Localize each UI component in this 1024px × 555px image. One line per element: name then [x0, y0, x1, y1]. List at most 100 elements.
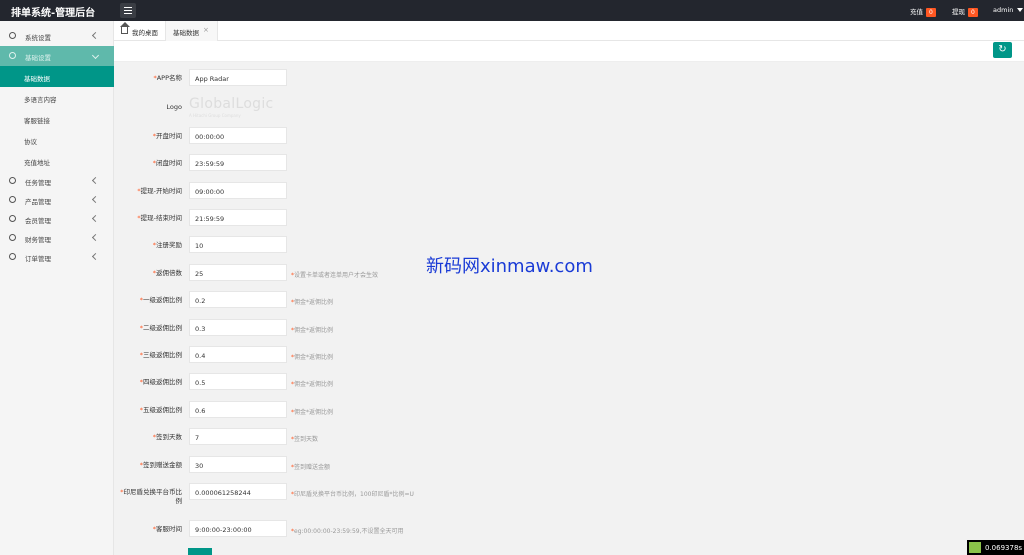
field-label: *五级返佣比例	[114, 406, 182, 415]
field-label-text: APP名称	[156, 74, 182, 82]
field-tip-text: 设置卡单或者连单用户才会生效	[294, 272, 379, 279]
level3-rebate-input[interactable]: 0.4	[189, 346, 287, 363]
rebate-multiple-input[interactable]: 25	[189, 264, 287, 281]
sidebar-item-label: 任务管理	[25, 179, 51, 187]
field-tip-text: eg:00:00:00-23:59:59,不设置全天可用	[294, 528, 404, 535]
logo-text: GlobalLogic	[189, 96, 274, 112]
tab-label: 我的桌面	[132, 29, 158, 37]
sidebar-item-label: 产品管理	[25, 198, 51, 206]
sidebar-subitem-label: 客服链接	[24, 117, 50, 125]
sidebar-subitem-label: 基础数据	[24, 75, 50, 83]
logo-image[interactable]: GlobalLogic A Hitachi Group Company	[189, 96, 289, 122]
idr-rate-input[interactable]: 0.000061258244	[189, 483, 287, 500]
field-tip: *签到天数	[291, 434, 318, 443]
sidebar-item-system-settings[interactable]: 系统设置	[0, 26, 114, 46]
field-tip-text: 佣金*返佣比例	[294, 354, 334, 361]
refresh-button[interactable]: ↻	[993, 42, 1012, 58]
field-label-text: 印尼盾兑换平台币比例	[123, 488, 183, 505]
field-label: *开盘时间	[114, 132, 182, 141]
tab-basic-data[interactable]: 基础数据 ×	[165, 21, 218, 41]
content-toolbar	[114, 41, 1024, 62]
form-row-logo: Logo GlobalLogic A Hitachi Group Company	[114, 96, 1024, 122]
chevron-left-icon	[91, 31, 100, 40]
level4-rebate-input[interactable]: 0.5	[189, 373, 287, 390]
close-icon[interactable]: ×	[203, 26, 209, 34]
field-label-text: 签到天数	[156, 433, 182, 441]
menu-toggle-icon[interactable]	[120, 3, 136, 18]
withdraw-link[interactable]: 提现 0	[952, 6, 978, 17]
form-row: *二级返佣比例 0.3 *佣金*返佣比例	[114, 319, 1024, 339]
finance-icon	[9, 234, 16, 241]
form-row: *闭盘时间 23:59:59	[114, 154, 1024, 174]
field-tip: *设置卡单或者连单用户才会生效	[291, 270, 378, 279]
sidebar-item-basic-settings[interactable]: 基础设置	[0, 46, 114, 66]
sidebar-item-label: 基础设置	[25, 54, 51, 62]
submit-button[interactable]	[188, 548, 212, 555]
tab-desktop[interactable]: 我的桌面	[114, 21, 165, 41]
sidebar-subitem-label: 多语言内容	[24, 96, 57, 104]
field-tip: *佣金*返佣比例	[291, 352, 333, 361]
field-label-text: 二级返佣比例	[143, 324, 182, 332]
field-label: *APP名称	[114, 74, 182, 83]
form-row: *三级返佣比例 0.4 *佣金*返佣比例	[114, 346, 1024, 366]
chevron-left-icon	[91, 252, 100, 261]
sidebar-item-finance[interactable]: 财务管理	[0, 228, 114, 248]
settings-icon	[9, 52, 16, 59]
user-menu[interactable]: admin	[993, 6, 1024, 14]
form-row: *印尼盾兑换平台币比例 0.000061258244 *印尼盾兑换平台币比例，1…	[114, 483, 1024, 511]
level1-rebate-input[interactable]: 0.2	[189, 291, 287, 308]
sidebar-item-product[interactable]: 产品管理	[0, 190, 114, 210]
field-tip-text: 佣金*返佣比例	[294, 381, 334, 388]
debug-timer[interactable]: 0.069378s	[967, 540, 1024, 555]
level5-rebate-input[interactable]: 0.6	[189, 401, 287, 418]
chevron-down-icon	[91, 51, 100, 60]
sidebar-subitem-service-link[interactable]: 客服链接	[0, 108, 114, 129]
home-icon	[120, 22, 130, 34]
close-time-input[interactable]: 23:59:59	[189, 154, 287, 171]
service-time-input[interactable]: 9:00:00-23:00:00	[189, 520, 287, 537]
form-row: *客服时间 9:00:00-23:00:00 *eg:00:00:00-23:5…	[114, 520, 1024, 540]
chevron-left-icon	[91, 214, 100, 223]
chevron-left-icon	[91, 195, 100, 204]
app-title: 排单系统-管理后台	[11, 8, 96, 19]
sidebar-subitem-label: 充值地址	[24, 159, 50, 167]
top-bar: 排单系统-管理后台 充值 0 提现 0 admin	[0, 0, 1024, 21]
recharge-label: 充值	[910, 8, 923, 16]
box-icon	[9, 196, 16, 203]
register-reward-input[interactable]: 10	[189, 236, 287, 253]
sidebar-subitem-agreement[interactable]: 协议	[0, 129, 114, 150]
form-row: *提现-开始时间 09:00:00	[114, 182, 1024, 202]
signin-gift-input[interactable]: 30	[189, 456, 287, 473]
sidebar-item-task[interactable]: 任务管理	[0, 171, 114, 191]
withdraw-end-input[interactable]: 21:59:59	[189, 209, 287, 226]
withdraw-start-input[interactable]: 09:00:00	[189, 182, 287, 199]
sidebar: 系统设置 基础设置 基础数据 多语言内容 客服链接 协议 充值地址 任务管理 产…	[0, 21, 114, 555]
form-row: *开盘时间 00:00:00	[114, 127, 1024, 147]
signin-days-input[interactable]: 7	[189, 428, 287, 445]
sidebar-subitem-multilang[interactable]: 多语言内容	[0, 87, 114, 108]
field-tip-text: 签到赠送金额	[294, 464, 331, 471]
sidebar-item-order[interactable]: 订单管理	[0, 247, 114, 267]
open-time-input[interactable]: 00:00:00	[189, 127, 287, 144]
withdraw-count-badge: 0	[968, 8, 978, 17]
sidebar-item-member[interactable]: 会员管理	[0, 209, 114, 229]
caret-down-icon	[1017, 8, 1024, 12]
app-name-input[interactable]: App Radar	[189, 69, 287, 86]
sidebar-subitem-recharge-address[interactable]: 充值地址	[0, 150, 114, 171]
form-row: *四级返佣比例 0.5 *佣金*返佣比例	[114, 373, 1024, 393]
sidebar-subitem-basic-data[interactable]: 基础数据	[0, 66, 114, 87]
recharge-link[interactable]: 充值 0	[910, 6, 936, 17]
form-row: *五级返佣比例 0.6 *佣金*返佣比例	[114, 401, 1024, 421]
sidebar-item-label: 系统设置	[25, 34, 51, 42]
field-label-text: 返佣倍数	[156, 269, 182, 277]
level2-rebate-input[interactable]: 0.3	[189, 319, 287, 336]
field-label-text: 提现-开始时间	[140, 187, 182, 195]
field-tip-text: 佣金*返佣比例	[294, 327, 334, 334]
form-row: *提现-结束时间 21:59:59	[114, 209, 1024, 229]
field-tip: *佣金*返佣比例	[291, 297, 333, 306]
field-tip-text: 佣金*返佣比例	[294, 409, 334, 416]
field-label: *一级返佣比例	[114, 296, 182, 305]
field-label-text: 五级返佣比例	[143, 406, 182, 414]
field-tip-text: 签到天数	[294, 436, 319, 443]
field-label: *闭盘时间	[114, 159, 182, 168]
